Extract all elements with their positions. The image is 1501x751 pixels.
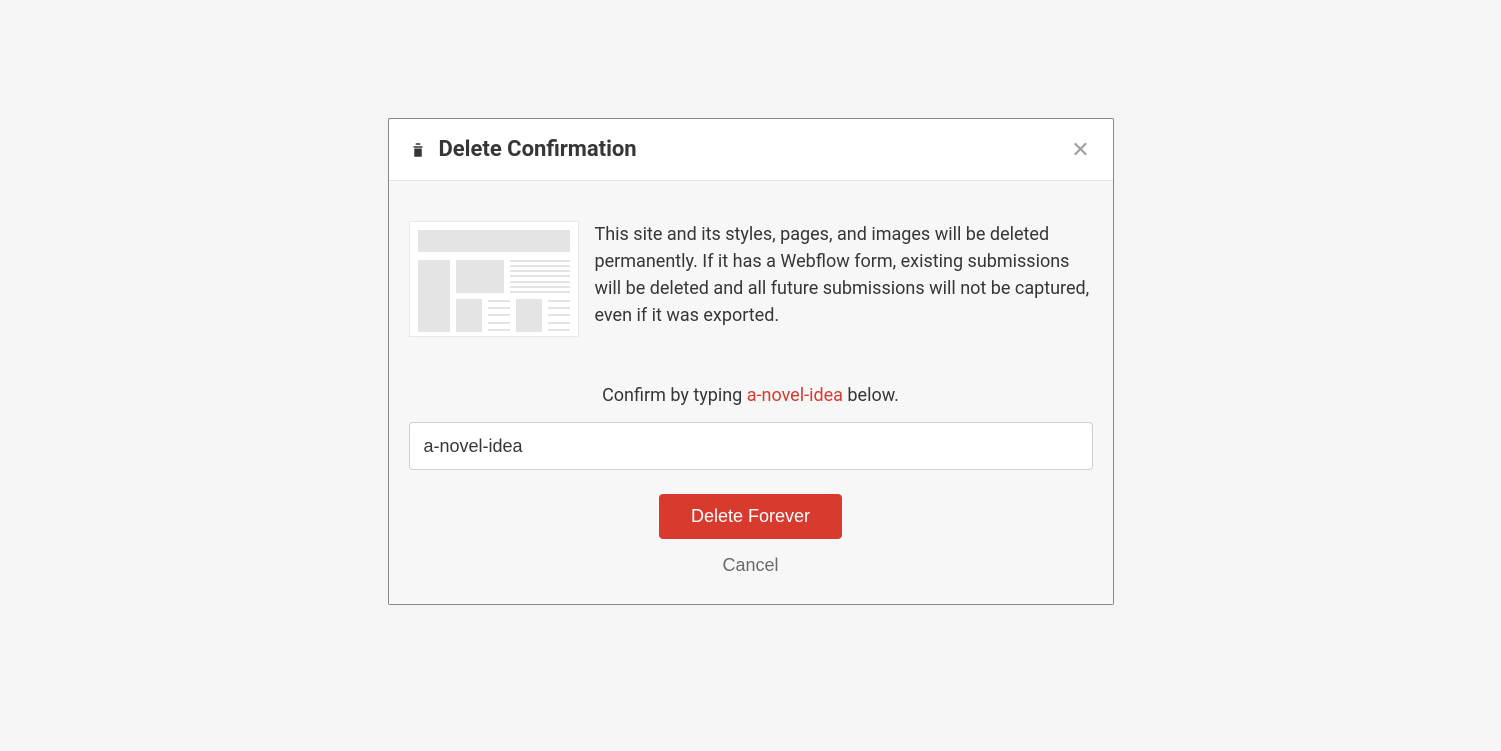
modal-header-left: Delete Confirmation <box>409 137 637 162</box>
modal-description: This site and its styles, pages, and ima… <box>595 221 1093 337</box>
site-thumbnail <box>409 221 579 337</box>
delete-confirmation-modal: Delete Confirmation ✕ <box>388 118 1114 605</box>
confirm-prompt: Confirm by typing a-novel-idea below. <box>409 385 1093 406</box>
confirm-suffix: below. <box>843 385 899 406</box>
close-icon: ✕ <box>1071 137 1089 163</box>
confirm-prefix: Confirm by typing <box>602 385 747 406</box>
confirm-slug: a-novel-idea <box>747 385 843 406</box>
cancel-button[interactable]: Cancel <box>722 555 778 576</box>
confirm-section: Confirm by typing a-novel-idea below. De… <box>409 385 1093 576</box>
modal-body: This site and its styles, pages, and ima… <box>389 181 1113 604</box>
modal-header: Delete Confirmation ✕ <box>389 119 1113 181</box>
modal-title: Delete Confirmation <box>439 137 637 162</box>
delete-forever-button[interactable]: Delete Forever <box>659 494 842 539</box>
confirm-input[interactable] <box>409 422 1093 470</box>
trash-icon <box>409 141 427 159</box>
info-row: This site and its styles, pages, and ima… <box>409 221 1093 337</box>
close-button[interactable]: ✕ <box>1069 138 1093 162</box>
